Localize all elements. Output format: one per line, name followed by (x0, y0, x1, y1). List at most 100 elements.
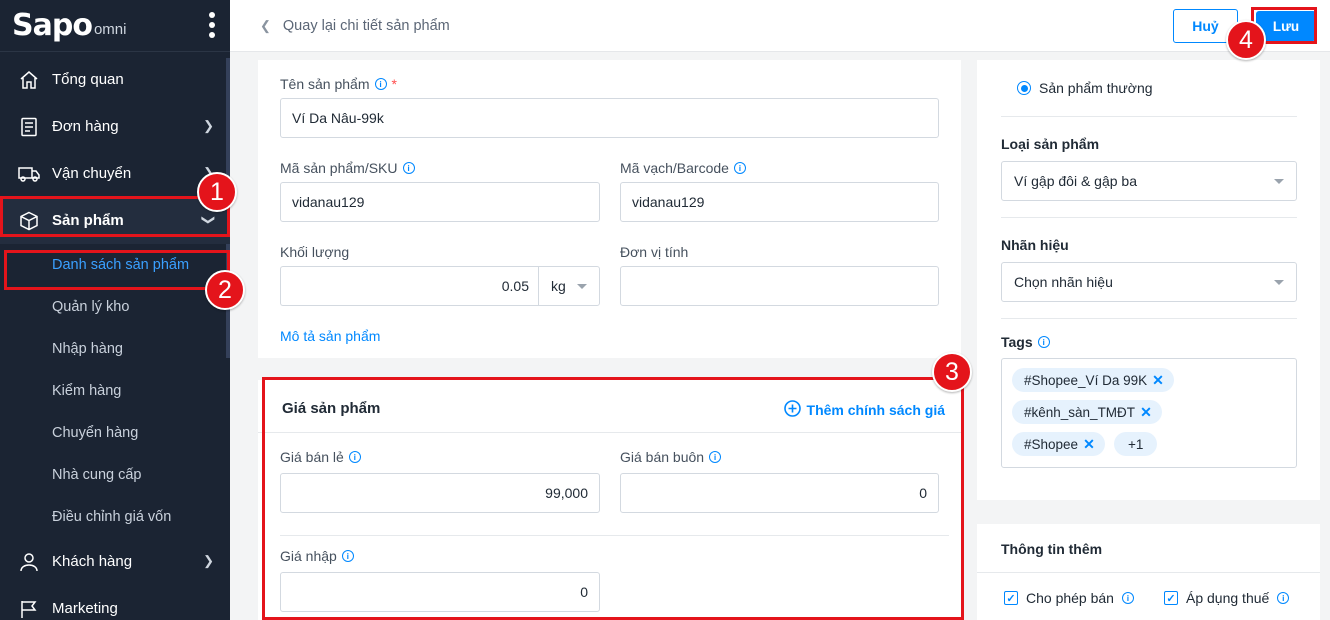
truck-icon (18, 163, 40, 185)
brand-select[interactable]: Chọn nhãn hiệu (1001, 262, 1297, 302)
more-tags-chip[interactable]: +1 (1114, 432, 1158, 456)
user-icon (18, 551, 40, 573)
allow-sale-checkbox[interactable]: ✓ Cho phép bán i (1004, 590, 1134, 606)
tag-chip: #Shopee ✕ (1012, 432, 1105, 456)
sidebar-subitem-purchase[interactable]: Nhập hàng (0, 328, 230, 370)
classification-card: Sản phẩm thường Loại sản phẩm Ví gập đôi… (977, 60, 1320, 500)
annotation-box-2 (4, 250, 230, 290)
remove-tag-icon[interactable]: ✕ (1152, 372, 1164, 389)
brand-value: Chọn nhãn hiệu (1014, 274, 1113, 290)
sidebar-item-shipping[interactable]: Vận chuyển ❯ (0, 150, 230, 197)
brand-logo[interactable]: Sapo (12, 8, 93, 43)
chevron-left-icon: ❮ (260, 18, 271, 33)
tag-text: #kênh_sàn_TMĐT (1024, 404, 1136, 420)
weight-label: Khối lượng (280, 244, 350, 260)
sidebar-item-marketing[interactable]: Marketing (0, 585, 230, 620)
category-label: Loại sản phẩm (1001, 136, 1100, 152)
sidebar-item-overview[interactable]: Tổng quan (0, 56, 230, 103)
divider (1001, 217, 1297, 218)
weight-unit-value: kg (551, 278, 566, 294)
name-label: Tên sản phẩm i * (280, 76, 397, 92)
sidebar-subitem-cost-adjust[interactable]: Điều chỉnh giá vốn (0, 496, 230, 538)
description-link[interactable]: Mô tả sản phẩm (280, 328, 380, 344)
info-icon[interactable]: i (1277, 592, 1290, 604)
apply-tax-label: Áp dụng thuế (1186, 590, 1270, 606)
sidebar-item-label: Khách hàng (52, 553, 133, 570)
tags-label-text: Tags (1001, 334, 1033, 350)
info-icon[interactable]: i (402, 162, 415, 174)
allow-sale-label: Cho phép bán (1026, 590, 1114, 606)
barcode-input[interactable]: vidanau129 (620, 182, 939, 222)
category-select[interactable]: Ví gập đôi & gập ba (1001, 161, 1297, 201)
sku-input[interactable]: vidanau129 (280, 182, 600, 222)
tag-text: #Shopee (1024, 436, 1079, 452)
info-icon[interactable]: i (733, 162, 746, 174)
extra-info-card: Thông tin thêm ✓ Cho phép bán i ✓ Áp dụn… (977, 524, 1320, 620)
chevron-right-icon: ❯ (203, 118, 214, 133)
product-info-card: Tên sản phẩm i * Ví Da Nâu-99k Mã sản phẩ… (258, 60, 961, 358)
apply-tax-checkbox[interactable]: ✓ Áp dụng thuế i (1164, 590, 1290, 606)
remove-tag-icon[interactable]: ✕ (1140, 404, 1152, 421)
annotation-badge-2: 2 (205, 270, 245, 310)
brand: Sapo omni (0, 0, 230, 52)
sidebar-item-label: Đơn hàng (52, 118, 119, 135)
sku-label-text: Mã sản phẩm/SKU (280, 160, 398, 176)
sidebar-item-customers[interactable]: Khách hàng ❯ (0, 538, 230, 585)
flag-icon (18, 598, 40, 620)
weight-unit-select[interactable]: kg (538, 266, 600, 306)
top-bar: ❮ Quay lại chi tiết sản phẩm Huỷ Lưu (230, 0, 1330, 52)
tags-label: Tags i (1001, 334, 1050, 350)
tag-chip: #Shopee_Ví Da 99K ✕ (1012, 368, 1174, 392)
annotation-box-1 (0, 196, 230, 237)
chevron-right-icon: ❯ (203, 553, 214, 568)
radio-selected-icon (1017, 81, 1031, 95)
weight-input[interactable]: 0.05 (280, 266, 540, 306)
product-type-label: Sản phẩm thường (1039, 80, 1153, 96)
sidebar-item-label: Marketing (52, 600, 118, 617)
product-type-radio[interactable]: Sản phẩm thường (1017, 80, 1153, 96)
home-icon (18, 69, 40, 91)
name-label-text: Tên sản phẩm (280, 76, 370, 92)
barcode-label-text: Mã vạch/Barcode (620, 160, 729, 176)
annotation-badge-4: 4 (1226, 20, 1266, 60)
category-value: Ví gập đôi & gập ba (1014, 173, 1137, 189)
divider (1001, 116, 1297, 117)
checkbox-checked-icon: ✓ (1164, 591, 1178, 605)
tags-input[interactable]: #Shopee_Ví Da 99K ✕ #kênh_sàn_TMĐT ✕ #Shop… (1001, 358, 1297, 468)
annotation-badge-3: 3 (932, 352, 972, 392)
sidebar-subitem-transfer[interactable]: Chuyển hàng (0, 412, 230, 454)
unit-input[interactable] (620, 266, 939, 306)
product-name-input[interactable]: Ví Da Nâu-99k (280, 98, 939, 138)
info-icon[interactable]: i (1121, 592, 1134, 604)
sidebar-subitem-stock-check[interactable]: Kiểm hàng (0, 370, 230, 412)
more-menu-icon[interactable] (208, 12, 216, 38)
sidebar-item-label: Tổng quan (52, 71, 124, 88)
divider (977, 572, 1320, 573)
back-link[interactable]: ❮ Quay lại chi tiết sản phẩm (260, 18, 450, 34)
annotation-badge-1: 1 (197, 172, 237, 212)
required-mark: * (391, 76, 397, 92)
brand-suffix: omni (93, 21, 127, 38)
caret-down-icon (1274, 280, 1284, 285)
sidebar-subitem-inventory[interactable]: Quản lý kho (0, 286, 230, 328)
remove-tag-icon[interactable]: ✕ (1083, 436, 1095, 453)
checkbox-checked-icon: ✓ (1004, 591, 1018, 605)
sku-label: Mã sản phẩm/SKU i (280, 160, 415, 176)
tag-text: #Shopee_Ví Da 99K (1024, 372, 1148, 388)
info-icon[interactable]: i (374, 78, 387, 90)
caret-down-icon (577, 284, 587, 289)
order-icon (18, 116, 40, 138)
annotation-box-3 (262, 377, 964, 620)
tag-chip: #kênh_sàn_TMĐT ✕ (1012, 400, 1162, 424)
divider (1001, 318, 1297, 319)
sidebar-subitem-suppliers[interactable]: Nhà cung cấp (0, 454, 230, 496)
sidebar: Sapo omni Tổng quan Đơn hàng ❯ Vận chuyể… (0, 0, 230, 620)
unit-label: Đơn vị tính (620, 244, 689, 260)
back-label: Quay lại chi tiết sản phẩm (282, 18, 450, 34)
barcode-label: Mã vạch/Barcode i (620, 160, 746, 176)
info-icon[interactable]: i (1037, 336, 1050, 348)
brand-label: Nhãn hiệu (1001, 237, 1069, 253)
sidebar-item-orders[interactable]: Đơn hàng ❯ (0, 103, 230, 150)
caret-down-icon (1274, 179, 1284, 184)
sidebar-item-label: Vận chuyển (52, 165, 132, 182)
